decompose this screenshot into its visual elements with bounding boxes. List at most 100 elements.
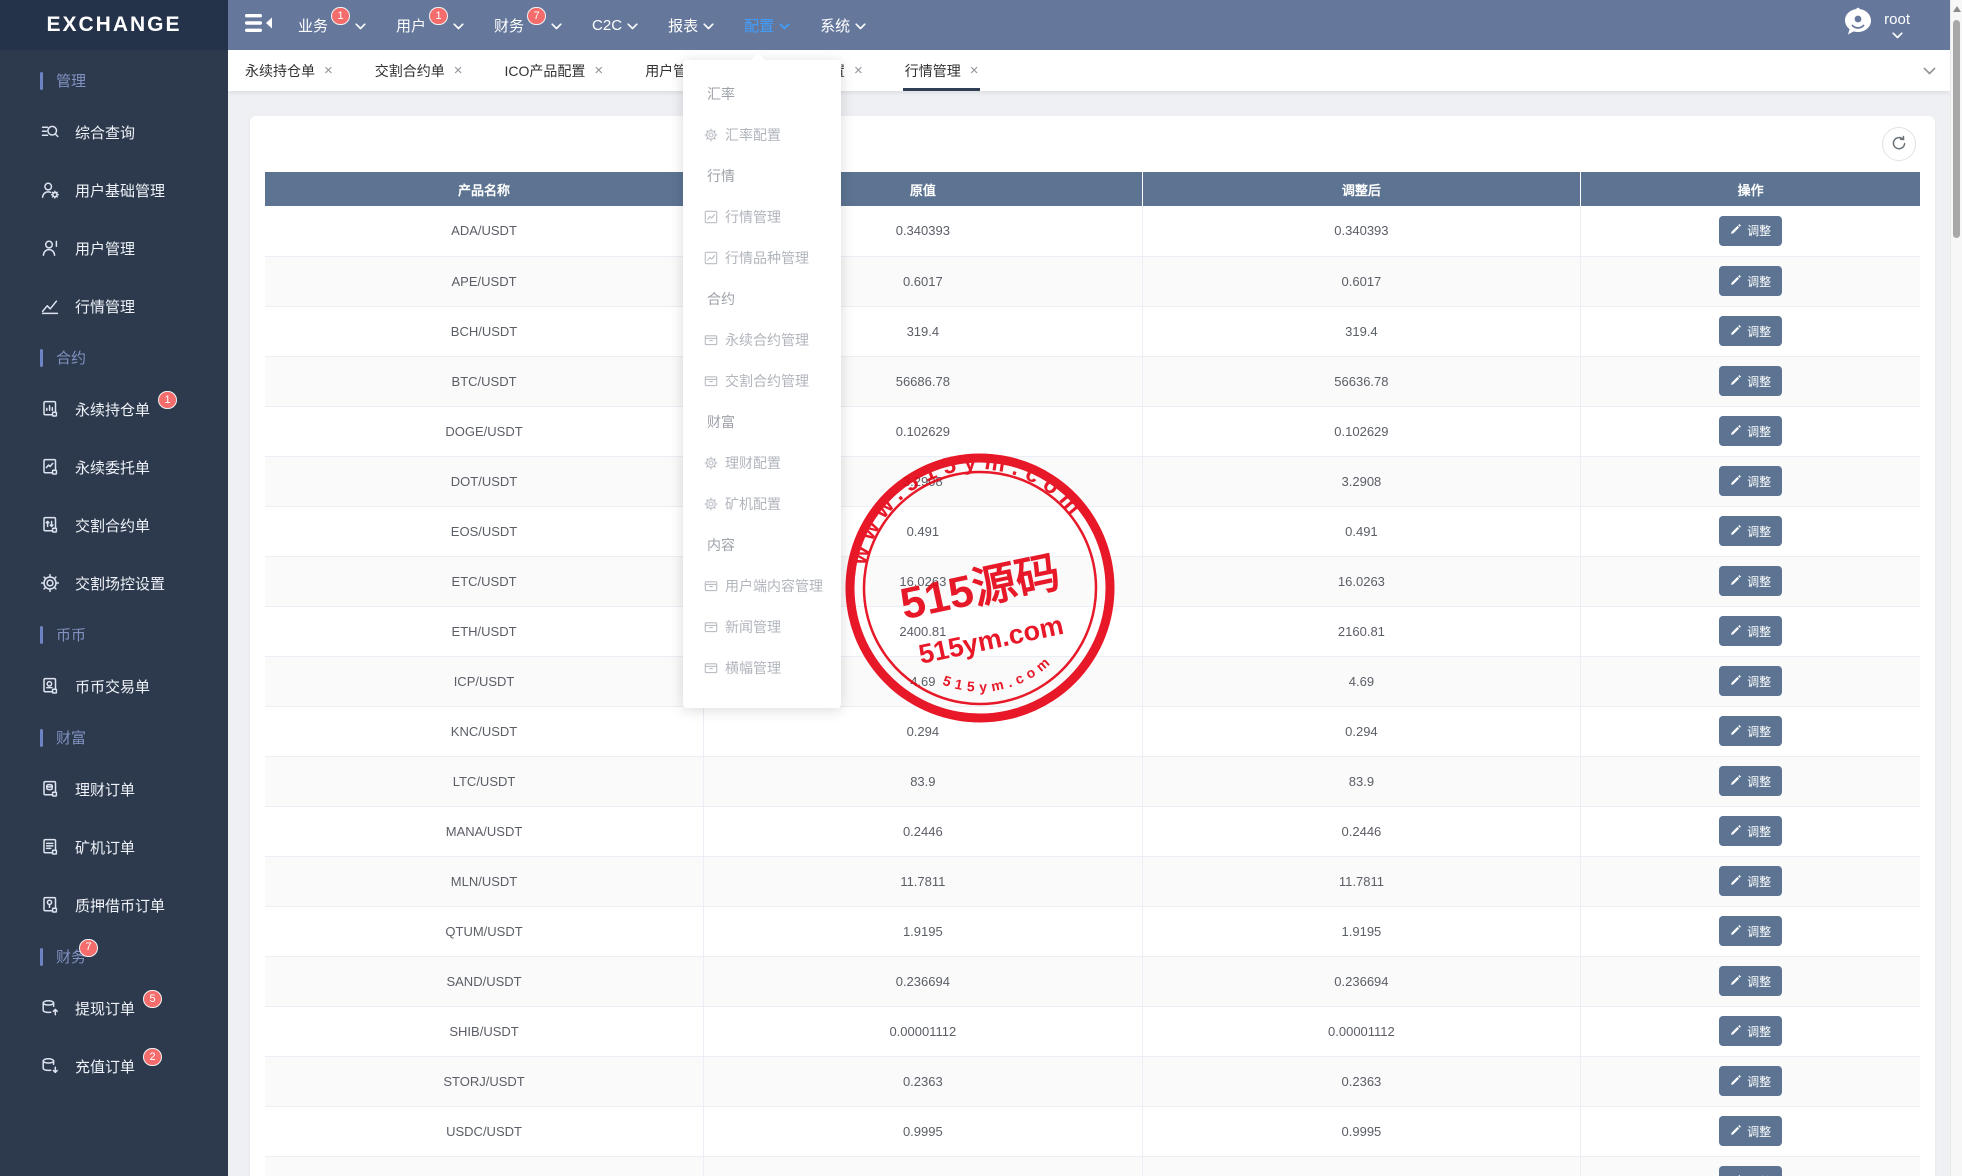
adjust-button[interactable]: 调整	[1719, 866, 1783, 896]
table-row-1: APE/USDT 0.6017 0.6017 调整	[265, 256, 1920, 307]
product-name-cell: DOGE/USDT	[265, 406, 704, 457]
sidebar-item-1[interactable]: 综合查询	[0, 103, 228, 161]
user-menu[interactable]: root	[1841, 6, 1910, 45]
nav-item-1[interactable]: 用户 1	[396, 0, 464, 50]
product-name-cell: ETH/USDT	[265, 606, 704, 657]
adjust-button[interactable]: 调整	[1719, 516, 1783, 546]
menu-item-1-0[interactable]: 行情管理	[683, 196, 841, 237]
sidebar-item-13[interactable]: 理财订单	[0, 760, 228, 818]
sidebar-item-4[interactable]: 行情管理	[0, 277, 228, 335]
adjust-button[interactable]: 调整	[1719, 1116, 1783, 1146]
adjust-button[interactable]: 调整	[1719, 215, 1783, 246]
sidebar-item-17[interactable]: 提现订单 5	[0, 979, 228, 1037]
sidebar-section-label: 财富	[56, 730, 87, 747]
table-body: ADA/USDT 0.340393 0.340393 调整 APE/USDT 0.6017…	[265, 206, 1920, 1176]
nav-item-2[interactable]: 财务 7	[494, 0, 562, 50]
adjust-button[interactable]: 调整	[1719, 466, 1783, 496]
sidebar-item-15[interactable]: 质押借币订单	[0, 876, 228, 934]
close-icon[interactable]: ×	[324, 63, 333, 78]
tab-2[interactable]: ICO产品配置 ×	[505, 50, 604, 91]
adjust-button[interactable]: 调整	[1719, 1066, 1783, 1096]
nav-item-3[interactable]: C2C	[592, 0, 638, 50]
menu-item-4-1[interactable]: 新闻管理	[683, 606, 841, 647]
adjust-button[interactable]: 调整	[1719, 1166, 1783, 1176]
menu-item-2-1[interactable]: 交割合约管理	[683, 360, 841, 401]
sidebar-item-14[interactable]: 矿机订单	[0, 818, 228, 876]
menu-item-2-0[interactable]: 永续合约管理	[683, 319, 841, 360]
adjust-button[interactable]: 调整	[1719, 566, 1783, 596]
sidebar-item-7[interactable]: 永续委托单	[0, 438, 228, 496]
product-name-cell: SHIB/USDT	[265, 1006, 704, 1057]
table-row-12: MANA/USDT 0.2446 0.2446 调整	[265, 806, 1920, 857]
original-value-cell: 11.7811	[703, 856, 1143, 907]
table-row-2: BCH/USDT 319.4 319.4 调整	[265, 306, 1920, 357]
sidebar-item-8[interactable]: 交割合约单	[0, 496, 228, 554]
sidebar-item-label: 永续持仓单	[75, 401, 151, 419]
menu-item-4-0[interactable]: 用户端内容管理	[683, 565, 841, 606]
adjust-button[interactable]: 调整	[1719, 716, 1783, 746]
menu-group-title-3: 财富	[707, 413, 735, 430]
vertical-scrollbar[interactable]	[1950, 0, 1962, 1176]
action-cell: 调整	[1580, 906, 1920, 957]
nav-item-4[interactable]: 报表	[668, 0, 714, 50]
adjust-button[interactable]: 调整	[1719, 366, 1783, 396]
adjust-button[interactable]: 调整	[1719, 916, 1783, 946]
close-icon[interactable]: ×	[854, 63, 863, 78]
refresh-button[interactable]	[1882, 127, 1916, 161]
sidebar-item-18[interactable]: 充值订单 2	[0, 1037, 228, 1095]
section-bar	[40, 71, 43, 90]
adjust-button[interactable]: 调整	[1719, 266, 1783, 296]
tab-5[interactable]: 行情管理 ×	[902, 50, 981, 91]
tab-0[interactable]: 永续持仓单 ×	[245, 50, 333, 91]
column-header-2: 调整后	[1141, 172, 1581, 206]
sidebar-item-3[interactable]: 用户管理	[0, 219, 228, 277]
adjust-button[interactable]: 调整	[1719, 416, 1783, 446]
action-cell: 调整	[1580, 306, 1920, 357]
adjusted-value-cell: 0.340393	[1141, 206, 1581, 257]
menu-item-3-0[interactable]: 理财配置	[683, 442, 841, 483]
sidebar-item-label: 质押借币订单	[75, 897, 166, 915]
chevron-down-icon	[355, 22, 366, 30]
edit-icon	[1730, 474, 1742, 489]
scrollbar-up-arrow-icon[interactable]	[1952, 6, 1961, 12]
edit-icon	[1730, 324, 1742, 339]
box-small-icon	[704, 579, 718, 593]
original-value-cell: 0.236694	[703, 956, 1143, 1007]
adjust-button-label: 调整	[1747, 324, 1772, 339]
menu-item-3-1[interactable]: 矿机配置	[683, 483, 841, 524]
tab-1[interactable]: 交割合约单 ×	[375, 50, 463, 91]
adjust-button[interactable]: 调整	[1719, 316, 1783, 346]
sidebar-item-11[interactable]: 币币交易单	[0, 657, 228, 715]
adjust-button-label: 调整	[1747, 924, 1772, 939]
adjust-button[interactable]: 调整	[1719, 666, 1783, 696]
adjust-button[interactable]: 调整	[1719, 616, 1783, 646]
sidebar: 管理 综合查询 用户基础管理 用户管理 行情管理 合约 永续持仓单 1 永续委托单 交割合约单 交割…	[0, 50, 228, 1176]
sidebar-item-label: 币币交易单	[75, 678, 151, 696]
sidebar-item-6[interactable]: 永续持仓单 1	[0, 380, 228, 438]
sidebar-collapse-button[interactable]	[244, 12, 274, 39]
close-icon[interactable]: ×	[594, 63, 603, 78]
tabs-overflow-chevron-down-icon[interactable]	[1923, 67, 1936, 75]
sidebar-item-9[interactable]: 交割场控设置	[0, 554, 228, 612]
nav-item-6[interactable]: 系统	[820, 0, 866, 50]
menu-item-0-0[interactable]: 汇率配置	[683, 114, 841, 155]
menu-item-4-2[interactable]: 横幅管理	[683, 647, 841, 688]
tab-label: 永续持仓单	[245, 62, 315, 79]
doc-swap-icon	[40, 515, 60, 535]
notification-badge: 7	[527, 7, 547, 25]
sidebar-item-2[interactable]: 用户基础管理	[0, 161, 228, 219]
adjusted-value-cell: 83.9	[1141, 756, 1581, 807]
adjusted-value-cell: 0.00001112	[1141, 1006, 1581, 1057]
nav-item-5[interactable]: 配置	[744, 0, 790, 50]
close-icon[interactable]: ×	[454, 63, 463, 78]
nav-item-0[interactable]: 业务 1	[298, 0, 366, 50]
adjust-button[interactable]: 调整	[1719, 1016, 1783, 1046]
scrollbar-thumb[interactable]	[1953, 20, 1960, 238]
menu-item-1-1[interactable]: 行情品种管理	[683, 237, 841, 278]
notification-badge: 2	[143, 1048, 163, 1066]
close-icon[interactable]: ×	[970, 63, 979, 78]
adjust-button[interactable]: 调整	[1719, 766, 1783, 796]
doc-list-icon	[40, 837, 60, 857]
adjust-button[interactable]: 调整	[1719, 966, 1783, 996]
adjust-button[interactable]: 调整	[1719, 816, 1783, 846]
